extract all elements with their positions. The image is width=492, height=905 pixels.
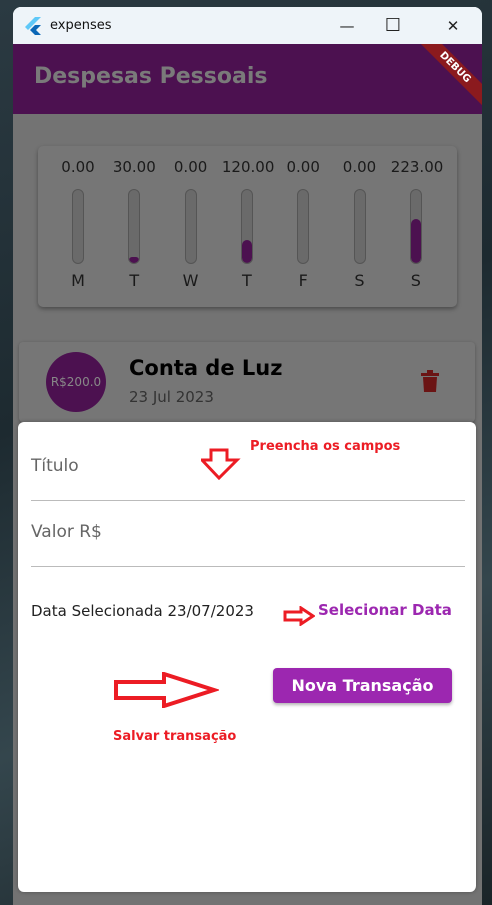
bar-value-label: 0.00 — [173, 158, 208, 176]
minimize-button[interactable]: — — [324, 7, 370, 44]
bar-day-label: T — [242, 271, 252, 290]
selected-date-label: Data Selecionada 23/07/2023 — [31, 602, 254, 620]
window-title: expenses — [50, 18, 112, 33]
bar-value-label: 0.00 — [286, 158, 320, 176]
bar-day-label: S — [410, 271, 421, 290]
delete-icon[interactable] — [421, 370, 439, 392]
weekly-chart: 0.00 M 30.00 T 0.00 W 120.00 T 0.00 F 0.00 S 2… — [38, 146, 457, 307]
transaction-title: Conta de Luz — [129, 356, 283, 380]
annotation-fill-fields: Preencha os campos — [250, 439, 401, 454]
bar-day-label: M — [71, 271, 85, 290]
bar-track — [297, 189, 310, 264]
bar-fill — [129, 257, 140, 263]
bar-day-label: T — [129, 271, 140, 290]
bar-value-label: 0.00 — [342, 158, 377, 176]
bar-track — [128, 189, 141, 264]
bar-fill — [410, 219, 421, 263]
bar-value-label: 223.00 — [390, 158, 444, 176]
new-transaction-sheet: Título Valor R$ Preencha os campos Data … — [18, 422, 476, 892]
bar-value-label: 0.00 — [61, 158, 95, 176]
bar-value-label: 120.00 — [221, 158, 275, 176]
arrow-right-annotation-icon — [114, 672, 219, 708]
transaction-item: R$200.0 Conta de Luz 23 Jul 2023 — [19, 342, 475, 422]
app-bar: Despesas Pessoais DEBUG — [13, 44, 482, 114]
title-input[interactable]: Título — [31, 456, 465, 501]
title-bar: expenses — ☐ ✕ — [13, 7, 482, 44]
new-transaction-button[interactable]: Nova Transação — [273, 668, 452, 703]
maximize-button[interactable]: ☐ — [370, 7, 416, 44]
bar-value-label: 30.00 — [112, 158, 156, 176]
title-input-label: Título — [31, 456, 79, 476]
annotation-save: Salvar transação — [113, 729, 237, 744]
transaction-date: 23 Jul 2023 — [129, 388, 214, 406]
bar-track — [353, 189, 366, 264]
transaction-value-avatar: R$200.0 — [46, 352, 106, 412]
bar-track — [240, 189, 253, 264]
arrow-down-annotation-icon — [201, 448, 241, 480]
select-date-button[interactable]: Selecionar Data — [318, 601, 452, 619]
app-window: expenses — ☐ ✕ Despesas Pessoais DEBUG 0… — [13, 7, 482, 905]
arrow-right-small-annotation-icon — [283, 606, 315, 626]
bar-day-label: S — [354, 271, 365, 290]
bar-day-label: W — [182, 271, 199, 290]
bar-track — [409, 189, 422, 264]
value-input-label: Valor R$ — [31, 522, 102, 542]
value-input[interactable]: Valor R$ — [31, 522, 465, 567]
flutter-logo-icon — [25, 16, 41, 35]
page-title: Despesas Pessoais — [34, 64, 268, 89]
debug-banner: DEBUG — [410, 44, 482, 112]
bar-track — [184, 189, 197, 264]
bar-day-label: F — [298, 271, 308, 290]
bar-track — [72, 189, 84, 264]
close-button[interactable]: ✕ — [430, 7, 476, 44]
bar-fill — [241, 239, 252, 263]
